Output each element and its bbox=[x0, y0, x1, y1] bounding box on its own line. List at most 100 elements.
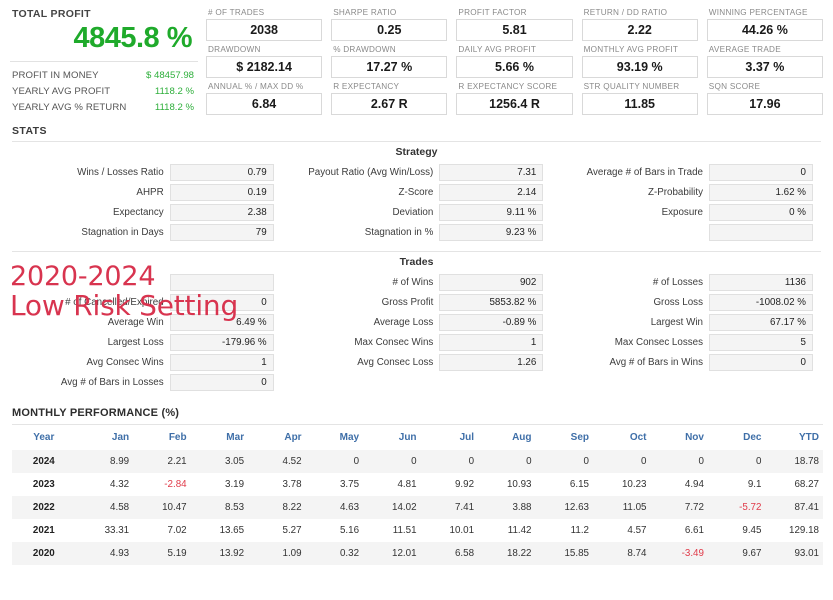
stat-label: Largest Win bbox=[650, 317, 703, 329]
kpi-value: 2.67 R bbox=[331, 92, 448, 115]
summary-row-label: YEARLY AVG PROFIT bbox=[12, 85, 111, 97]
stat-field: Max Consec Losses 5 bbox=[551, 334, 821, 352]
column-header: Sep bbox=[570, 432, 589, 444]
kpi-card: STR QUALITY NUMBER 11.85 bbox=[581, 82, 698, 116]
stat-value: -179.96 % bbox=[169, 334, 274, 352]
column-header: Nov bbox=[685, 432, 704, 444]
kpi-value: 11.85 bbox=[581, 92, 698, 115]
stat-field: Gross Profit 5853.82 % bbox=[282, 294, 552, 312]
kpi-label: AVERAGE TRADE bbox=[708, 44, 781, 54]
kpi-card: DAILY AVG PROFIT 5.66 % bbox=[456, 44, 573, 79]
stat-field: # of Wins 902 bbox=[282, 274, 552, 292]
cell-year: 2023 bbox=[32, 479, 55, 491]
summary-row: PROFIT IN MONEY $ 48457.98 bbox=[10, 67, 198, 83]
cell-value: 12.63 bbox=[564, 502, 589, 514]
cell-year: 2022 bbox=[32, 502, 55, 514]
stat-value: 7.31 bbox=[439, 164, 544, 182]
cell-value: 13.92 bbox=[219, 548, 245, 560]
stat-field: Avg # of Bars in Wins 0 bbox=[551, 354, 821, 372]
cell-year: 2021 bbox=[32, 525, 55, 537]
stat-field bbox=[551, 224, 821, 242]
stat-field: Average # of Bars in Trade 0 bbox=[551, 164, 821, 182]
cell-value: 6.58 bbox=[454, 548, 475, 560]
kpi-label: SHARPE RATIO bbox=[333, 8, 397, 17]
cell-value: -5.72 bbox=[739, 502, 762, 514]
stat-field: Max Consec Wins 1 bbox=[282, 334, 552, 352]
stat-label: Wins / Losses Ratio bbox=[77, 167, 164, 179]
stat-field: Avg # of Bars in Losses 0 bbox=[12, 374, 282, 392]
column-header: Jul bbox=[459, 432, 475, 444]
kpi-label: DAILY AVG PROFIT bbox=[458, 44, 537, 54]
stat-label: Stagnation in Days bbox=[81, 227, 164, 239]
stat-value: 9.11 % bbox=[439, 204, 544, 222]
stat-field: Wins / Losses Ratio 0.79 bbox=[12, 164, 282, 182]
kpi-label: # OF TRADES bbox=[208, 8, 265, 17]
kpi-label: WINNING PERCENTAGE bbox=[708, 8, 808, 17]
table-row: 2024 8.99 2.21 3.05 4.52 0 0 0 0 0 0 0 0 18.78 bbox=[12, 450, 823, 474]
column-header: Mar bbox=[226, 432, 245, 444]
monthly-performance-table: Year Jan Feb Mar Apr May Jun Jul Aug Sep Oct Nov Dec… bbox=[12, 424, 823, 566]
summary-row: YEARLY AVG % RETURN 1118.2 % bbox=[10, 99, 198, 115]
stat-label: Avg # of Bars in Wins bbox=[609, 357, 703, 369]
stat-field: Largest Win 67.17 % bbox=[551, 314, 821, 332]
stat-field: Exposure 0 % bbox=[551, 204, 821, 222]
cell-value: 33.31 bbox=[104, 525, 130, 537]
cell-value: 0 bbox=[698, 456, 704, 468]
cell-value: 14.02 bbox=[392, 502, 417, 514]
cell-value: 15.85 bbox=[564, 548, 589, 560]
stat-label: Avg Consec Loss bbox=[357, 357, 434, 369]
stat-label: Avg Consec Wins bbox=[86, 357, 164, 369]
cell-value: 11.2 bbox=[570, 525, 589, 537]
stat-field: Gross Loss -1008.02 % bbox=[551, 294, 821, 312]
stat-label: Max Consec Losses bbox=[614, 337, 703, 349]
stat-label: Exposure bbox=[661, 207, 703, 219]
column-header: May bbox=[339, 432, 360, 444]
summary-row-value: 1118.2 % bbox=[154, 101, 194, 113]
stat-value: 1.62 % bbox=[708, 184, 813, 202]
cell-value: 10.01 bbox=[449, 525, 475, 537]
cell-value: 3.19 bbox=[225, 479, 245, 491]
annotation-line-2: Low Risk Setting bbox=[10, 289, 239, 323]
stat-field: Expectancy 2.38 bbox=[12, 204, 282, 222]
kpi-label: ANNUAL % / MAX DD % bbox=[208, 81, 304, 91]
stat-value: 79 bbox=[169, 224, 274, 242]
cell-value: 4.81 bbox=[397, 479, 417, 491]
table-row: 2021 33.31 7.02 13.65 5.27 5.16 11.51 10.01 11.4… bbox=[12, 519, 823, 542]
cell-value: 5.27 bbox=[282, 525, 302, 537]
stat-value bbox=[708, 224, 813, 242]
table-header-row: Year Jan Feb Mar Apr May Jun Jul Aug Sep Oct Nov Dec… bbox=[12, 425, 823, 451]
cell-value: 4.93 bbox=[110, 548, 130, 560]
kpi-label: MONTHLY AVG PROFIT bbox=[583, 44, 679, 54]
cell-value: 4.32 bbox=[110, 479, 130, 491]
cell-value: 2.21 bbox=[167, 456, 187, 468]
stat-value: 0 bbox=[169, 374, 274, 392]
stat-field: Z-Probability 1.62 % bbox=[551, 184, 821, 202]
kpi-value: 6.84 bbox=[206, 92, 323, 115]
cell-value: 5.19 bbox=[167, 548, 187, 560]
column-header: Dec bbox=[743, 432, 762, 444]
stat-value: 0 % bbox=[708, 204, 813, 222]
kpi-value: 3.37 % bbox=[706, 55, 823, 78]
stat-label: Expectancy bbox=[113, 207, 164, 219]
stat-field: AHPR 0.19 bbox=[12, 184, 282, 202]
stat-field: Stagnation in % 9.23 % bbox=[282, 224, 552, 242]
stat-value: 0.19 bbox=[169, 184, 274, 202]
stat-label: AHPR bbox=[136, 187, 164, 199]
cell-value: 4.63 bbox=[339, 502, 360, 514]
summary-row-value: $ 48457.98 bbox=[145, 69, 194, 81]
cell-value: 8.99 bbox=[110, 456, 130, 468]
cell-value: 9.1 bbox=[747, 479, 762, 491]
stat-value: 67.17 % bbox=[708, 314, 813, 332]
stat-label: Gross Profit bbox=[381, 297, 434, 309]
cell-value: -2.84 bbox=[164, 479, 187, 491]
kpi-card: DRAWDOWN $ 2182.14 bbox=[206, 45, 323, 79]
stat-label: Average Loss bbox=[373, 317, 434, 329]
cell-value: 1.09 bbox=[282, 548, 302, 560]
cell-value: 0 bbox=[468, 456, 475, 468]
summary-header: TOTAL PROFIT 4845.8 % PROFIT IN MONEY $ 4… bbox=[0, 0, 833, 115]
kpi-card: # OF TRADES 2038 bbox=[206, 8, 323, 42]
stat-value: 0.79 bbox=[169, 164, 274, 182]
column-header: Jan bbox=[111, 432, 130, 444]
kpi-card: RETURN / DD RATIO 2.22 bbox=[581, 8, 698, 42]
cell-value: 93.01 bbox=[794, 548, 819, 560]
